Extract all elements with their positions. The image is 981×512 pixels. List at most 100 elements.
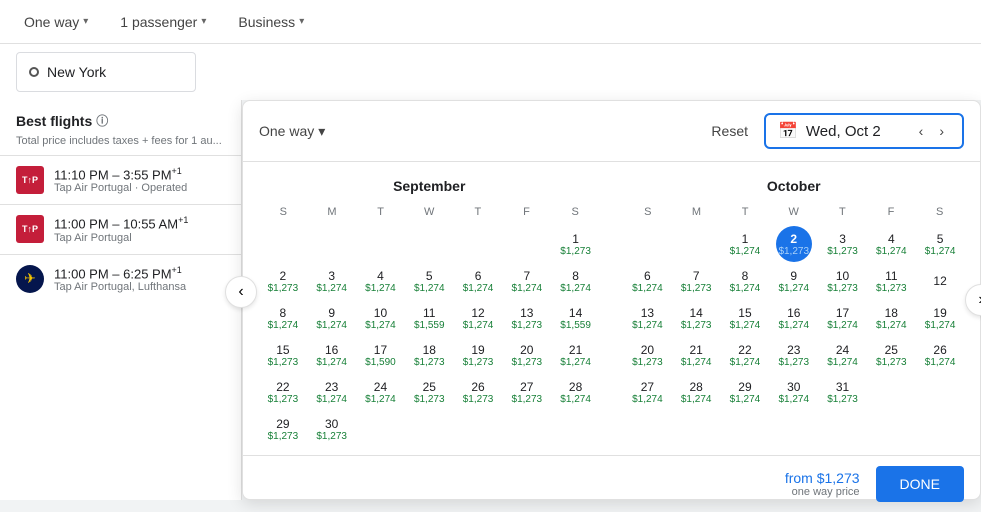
- day-cell[interactable]: 11$1,273: [867, 263, 915, 299]
- day-cell[interactable]: 4$1,274: [357, 263, 405, 299]
- flight-times-1: 11:00 PM – 10:55 AM+1: [54, 215, 225, 231]
- sep-dh-3: W: [405, 202, 454, 222]
- day-cell[interactable]: 8$1,274: [259, 300, 307, 336]
- date-next-button[interactable]: ›: [933, 121, 950, 141]
- done-button[interactable]: DONE: [876, 466, 964, 502]
- day-cell[interactable]: 3$1,273: [819, 226, 867, 262]
- day-cell[interactable]: 30$1,274: [770, 374, 818, 410]
- day-price: $1,274: [778, 320, 809, 331]
- day-cell[interactable]: 28$1,274: [552, 374, 600, 410]
- class-button[interactable]: Business ▾: [230, 10, 312, 34]
- day-cell[interactable]: 18$1,273: [405, 337, 453, 373]
- day-cell: [357, 411, 405, 447]
- class-chevron: ▾: [299, 16, 304, 27]
- day-cell[interactable]: 29$1,274: [721, 374, 769, 410]
- day-cell[interactable]: 5$1,274: [405, 263, 453, 299]
- day-cell: [405, 411, 453, 447]
- day-cell[interactable]: 10$1,273: [819, 263, 867, 299]
- day-cell[interactable]: 28$1,274: [672, 374, 720, 410]
- day-cell[interactable]: 14$1,559: [552, 300, 600, 336]
- origin-input[interactable]: New York: [16, 52, 196, 92]
- day-cell[interactable]: 1$1,273: [552, 226, 600, 262]
- day-cell[interactable]: 25$1,273: [867, 337, 915, 373]
- reset-button[interactable]: Reset: [711, 123, 748, 139]
- day-cell[interactable]: 6$1,274: [624, 263, 672, 299]
- day-cell[interactable]: 22$1,273: [259, 374, 307, 410]
- day-cell[interactable]: 9$1,274: [308, 300, 356, 336]
- passengers-button[interactable]: 1 passenger ▾: [112, 10, 214, 34]
- day-price: $1,273: [414, 394, 445, 405]
- day-number: 7: [693, 269, 700, 283]
- day-cell[interactable]: 25$1,273: [405, 374, 453, 410]
- day-price: $1,274: [876, 246, 907, 257]
- day-cell[interactable]: 23$1,273: [770, 337, 818, 373]
- day-cell[interactable]: 1$1,274: [721, 226, 769, 262]
- day-cell[interactable]: 13$1,274: [624, 300, 672, 336]
- day-cell[interactable]: 17$1,274: [819, 300, 867, 336]
- day-price: $1,273: [512, 394, 543, 405]
- flight-item-1[interactable]: T↑P 11:00 PM – 10:55 AM+1 Tap Air Portug…: [0, 204, 241, 253]
- day-cell[interactable]: 16$1,274: [770, 300, 818, 336]
- day-cell[interactable]: 27$1,274: [624, 374, 672, 410]
- day-price: $1,274: [681, 357, 712, 368]
- day-cell[interactable]: 19$1,274: [916, 300, 964, 336]
- day-number: 30: [325, 417, 338, 431]
- day-number: 5: [937, 232, 944, 246]
- day-cell[interactable]: 18$1,274: [867, 300, 915, 336]
- day-cell[interactable]: 8$1,274: [552, 263, 600, 299]
- day-cell[interactable]: 6$1,274: [454, 263, 502, 299]
- day-cell[interactable]: 20$1,273: [503, 337, 551, 373]
- day-cell[interactable]: 16$1,274: [308, 337, 356, 373]
- day-cell[interactable]: 12: [916, 263, 964, 299]
- flight-item-0[interactable]: T↑P 11:10 PM – 3:55 PM+1 Tap Air Portuga…: [0, 155, 241, 204]
- calendar-prev-button[interactable]: ‹: [225, 276, 257, 308]
- calendar-overlay: One way ▾ Reset 📅 Wed, Oct 2 ‹ › Septemb…: [242, 100, 981, 500]
- day-cell[interactable]: 14$1,273: [672, 300, 720, 336]
- day-cell[interactable]: 24$1,274: [819, 337, 867, 373]
- day-cell[interactable]: 22$1,274: [721, 337, 769, 373]
- date-prev-button[interactable]: ‹: [913, 121, 930, 141]
- day-cell[interactable]: 26$1,274: [916, 337, 964, 373]
- day-cell[interactable]: 9$1,274: [770, 263, 818, 299]
- trip-type-button[interactable]: One way ▾: [16, 10, 96, 34]
- day-cell[interactable]: 7$1,274: [503, 263, 551, 299]
- calendar-trip-type-dropdown[interactable]: One way ▾: [259, 123, 325, 140]
- day-cell[interactable]: 3$1,274: [308, 263, 356, 299]
- day-cell[interactable]: 17$1,590: [357, 337, 405, 373]
- date-picker-box[interactable]: 📅 Wed, Oct 2 ‹ ›: [764, 113, 964, 149]
- flight-item-2[interactable]: ✈ 11:00 PM – 6:25 PM+1 Tap Air Portugal,…: [0, 254, 241, 303]
- day-cell[interactable]: 29$1,273: [259, 411, 307, 447]
- day-cell[interactable]: 27$1,273: [503, 374, 551, 410]
- day-cell[interactable]: 24$1,274: [357, 374, 405, 410]
- day-cell[interactable]: 11$1,559: [405, 300, 453, 336]
- day-cell[interactable]: 10$1,274: [357, 300, 405, 336]
- day-cell[interactable]: 31$1,273: [819, 374, 867, 410]
- day-number: 2: [280, 269, 287, 283]
- day-cell[interactable]: 13$1,273: [503, 300, 551, 336]
- day-cell[interactable]: 5$1,274: [916, 226, 964, 262]
- day-cell[interactable]: 20$1,273: [624, 337, 672, 373]
- flight-airline-1: Tap Air Portugal: [54, 232, 225, 244]
- day-cell[interactable]: 26$1,273: [454, 374, 502, 410]
- day-cell[interactable]: 15$1,274: [721, 300, 769, 336]
- flight-info-1: 11:00 PM – 10:55 AM+1 Tap Air Portugal: [54, 215, 225, 243]
- day-cell[interactable]: 7$1,273: [672, 263, 720, 299]
- day-cell[interactable]: 2$1,273: [776, 226, 812, 262]
- day-cell[interactable]: 30$1,273: [308, 411, 356, 447]
- day-number: 27: [520, 380, 533, 394]
- october-days: 1$1,2742$1,2733$1,2734$1,2745$1,2746$1,2…: [624, 226, 965, 410]
- day-cell[interactable]: 2$1,273: [259, 263, 307, 299]
- day-price: $1,273: [632, 357, 663, 368]
- day-cell[interactable]: 23$1,274: [308, 374, 356, 410]
- day-cell[interactable]: 12$1,274: [454, 300, 502, 336]
- day-cell[interactable]: 21$1,274: [672, 337, 720, 373]
- calendar-trip-type-label: One way: [259, 123, 314, 139]
- day-price: $1,273: [560, 246, 591, 257]
- day-price: $1,274: [512, 283, 543, 294]
- day-cell[interactable]: 21$1,274: [552, 337, 600, 373]
- day-price: $1,274: [730, 357, 761, 368]
- day-cell[interactable]: 19$1,273: [454, 337, 502, 373]
- day-cell[interactable]: 15$1,273: [259, 337, 307, 373]
- day-cell[interactable]: 8$1,274: [721, 263, 769, 299]
- day-cell[interactable]: 4$1,274: [867, 226, 915, 262]
